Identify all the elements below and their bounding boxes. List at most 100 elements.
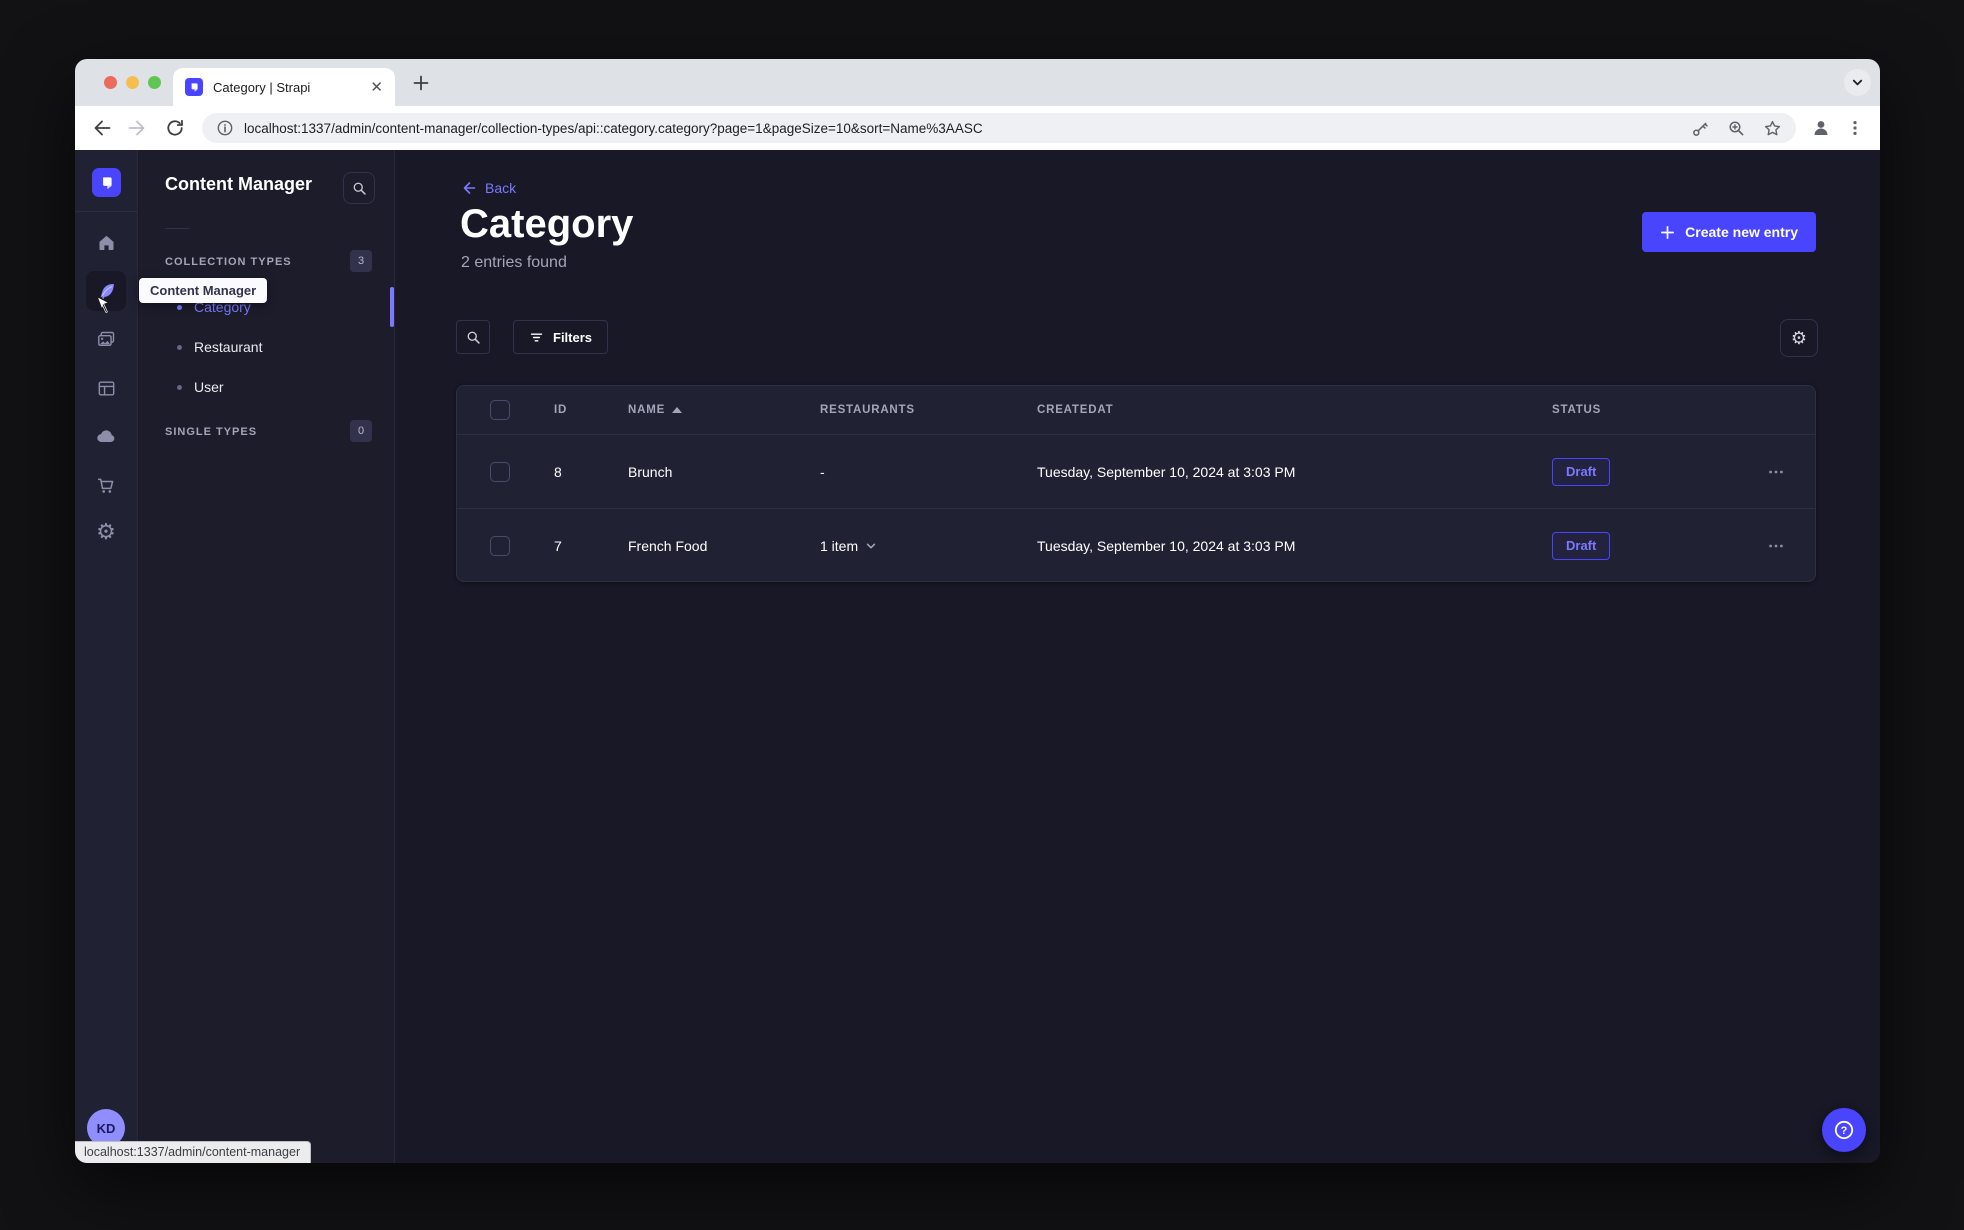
row-actions-button[interactable] <box>1737 463 1815 481</box>
collection-types-count-badge: 3 <box>350 250 372 272</box>
strapi-logo[interactable] <box>92 168 121 197</box>
filters-button[interactable]: Filters <box>513 320 609 354</box>
plus-icon <box>1661 225 1675 239</box>
sort-ascending-icon <box>672 407 683 413</box>
bookmark-star-icon[interactable] <box>1763 119 1782 138</box>
create-new-entry-button[interactable]: Create new entry <box>1642 212 1816 252</box>
tab-search-chevron-button[interactable] <box>1844 69 1871 96</box>
maximize-window-button[interactable] <box>148 76 161 89</box>
sidebar-item-marketplace[interactable] <box>86 465 126 505</box>
cell-name: Brunch <box>628 463 673 480</box>
single-types-label: SINGLE TYPES <box>165 426 258 438</box>
status-badge: Draft <box>1552 457 1611 486</box>
link-status-tooltip: localhost:1337/admin/content-manager <box>75 1141 312 1163</box>
forward-button[interactable] <box>128 118 148 138</box>
window-controls <box>104 76 161 89</box>
back-button[interactable] <box>91 118 111 138</box>
subnav-item-user[interactable]: User <box>139 367 395 407</box>
cell-id: 8 <box>554 463 562 480</box>
sidebar-item-media-library[interactable] <box>86 319 126 359</box>
strapi-favicon <box>185 78 203 96</box>
main-sidebar: ⚙ KD <box>75 150 138 1163</box>
create-new-entry-label: Create new entry <box>1685 224 1798 240</box>
cell-createdat: Tuesday, September 10, 2024 at 3:03 PM <box>1037 537 1296 554</box>
list-search-button[interactable] <box>456 320 490 354</box>
search-icon <box>467 331 480 344</box>
home-icon <box>99 235 113 250</box>
entries-count: 2 entries found <box>461 254 567 271</box>
sidebar-divider <box>75 211 138 212</box>
subnav-divider <box>165 228 189 229</box>
column-header-restaurants[interactable]: RESTAURANTS <box>820 404 1037 416</box>
media-library-icon <box>97 331 114 346</box>
table-header-row: ID NAME RESTAURANTS CREATEDAT STATUS <box>457 386 1815 434</box>
cloud-icon <box>97 430 115 442</box>
shopping-cart-icon <box>97 478 113 493</box>
subnav-item-restaurant[interactable]: Restaurant <box>139 327 395 367</box>
browser-window: Category | Strapi ✕ localhost:1337/admin… <box>75 59 1880 1163</box>
subnav-item-label: Restaurant <box>194 339 263 355</box>
more-options-icon <box>1769 544 1783 547</box>
mouse-cursor <box>96 295 110 313</box>
sidebar-item-cloud[interactable] <box>86 416 126 456</box>
arrow-left-icon <box>463 182 476 194</box>
content-type-builder-icon <box>98 381 114 395</box>
column-header-createdat[interactable]: CREATEDAT <box>1037 404 1552 416</box>
cell-createdat: Tuesday, September 10, 2024 at 3:03 PM <box>1037 463 1296 480</box>
row-checkbox[interactable] <box>490 461 510 482</box>
bullet-icon <box>177 344 182 350</box>
new-tab-button[interactable] <box>411 73 431 93</box>
view-settings-button[interactable]: ⚙ <box>1780 319 1818 357</box>
sidebar-item-home[interactable] <box>86 222 126 262</box>
url-bar[interactable]: localhost:1337/admin/content-manager/col… <box>202 113 1796 143</box>
row-actions-button[interactable] <box>1737 537 1815 555</box>
question-mark-icon: ? <box>1834 1120 1854 1140</box>
column-header-name[interactable]: NAME <box>628 404 820 416</box>
bullet-icon <box>177 304 182 310</box>
select-all-checkbox[interactable] <box>490 400 510 420</box>
single-types-count-badge: 0 <box>350 420 372 442</box>
help-button[interactable]: ? <box>1822 1108 1866 1152</box>
url-text: localhost:1337/admin/content-manager/col… <box>244 120 983 136</box>
back-label: Back <box>485 180 517 196</box>
column-header-id[interactable]: ID <box>554 404 628 416</box>
cell-restaurants-dropdown[interactable]: 1 item <box>820 538 1037 554</box>
cell-id: 7 <box>554 537 562 554</box>
sidebar-item-content-type-builder[interactable] <box>86 368 126 408</box>
cell-name: French Food <box>628 537 708 554</box>
chevron-down-icon <box>866 543 876 548</box>
profile-avatar-icon[interactable] <box>1810 117 1832 139</box>
column-header-status[interactable]: STATUS <box>1552 404 1737 416</box>
row-checkbox[interactable] <box>490 535 510 556</box>
reload-button[interactable] <box>165 118 185 138</box>
entries-table: ID NAME RESTAURANTS CREATEDAT STATUS 8 B… <box>456 385 1816 582</box>
search-icon <box>353 182 366 195</box>
content-manager-subnav: Content Manager COLLECTION TYPES 3 Categ… <box>139 150 395 1163</box>
subnav-search-button[interactable] <box>343 172 375 204</box>
tab-title: Category | Strapi <box>213 79 311 95</box>
subnav-title: Content Manager <box>165 174 313 194</box>
browser-menu-icon[interactable] <box>1846 119 1864 137</box>
zoom-icon[interactable] <box>1727 119 1746 138</box>
collection-types-label: COLLECTION TYPES <box>165 256 292 268</box>
tab-close-icon[interactable]: ✕ <box>370 80 383 95</box>
table-row[interactable]: 8 Brunch - Tuesday, September 10, 2024 a… <box>457 434 1815 508</box>
more-options-icon <box>1769 470 1783 473</box>
chevron-down-icon <box>1852 79 1863 86</box>
password-key-icon[interactable] <box>1691 119 1710 138</box>
gear-icon: ⚙ <box>96 519 116 544</box>
back-link[interactable]: Back <box>461 180 516 196</box>
site-info-icon[interactable] <box>216 119 234 137</box>
strapi-app: ⚙ KD Content Manager COLLECTION TYPES 3 … <box>75 150 1880 1163</box>
browser-tab[interactable]: Category | Strapi ✕ <box>173 68 395 106</box>
sidebar-item-settings[interactable]: ⚙ <box>86 512 126 552</box>
browser-toolbar: localhost:1337/admin/content-manager/col… <box>75 106 1880 150</box>
table-row[interactable]: 7 French Food 1 item Tuesday, September … <box>457 508 1815 581</box>
close-window-button[interactable] <box>104 76 117 89</box>
gear-icon: ⚙ <box>1790 327 1808 348</box>
tab-strip: Category | Strapi ✕ <box>75 59 1880 106</box>
cell-restaurants-label: 1 item <box>820 537 859 554</box>
content-manager-tooltip: Content Manager <box>139 278 268 303</box>
minimize-window-button[interactable] <box>126 76 139 89</box>
filters-label: Filters <box>553 329 593 345</box>
